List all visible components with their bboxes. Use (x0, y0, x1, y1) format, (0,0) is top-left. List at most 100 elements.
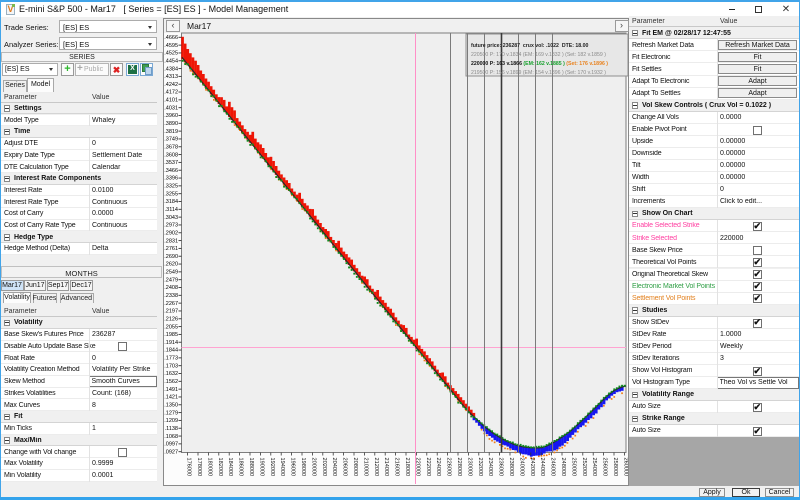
svg-text:190000: 190000 (258, 458, 264, 477)
svg-text:.2197: .2197 (164, 309, 178, 315)
svg-text:.2902: .2902 (164, 230, 178, 236)
svg-text:.2831: .2831 (164, 238, 178, 244)
svg-text:220000 P: 163 v.1866 (EM: 162: 220000 P: 163 v.1866 (EM: 162 v.1885 ) (… (471, 61, 608, 67)
svg-text:.1491: .1491 (164, 387, 178, 393)
svg-text:176000: 176000 (186, 458, 192, 477)
svg-text:.3608: .3608 (164, 152, 178, 158)
svg-text:.0997: .0997 (164, 442, 178, 448)
svg-text:.3890: .3890 (164, 121, 178, 127)
svg-text:198000: 198000 (300, 458, 306, 477)
svg-text:236000: 236000 (498, 458, 504, 477)
svg-text:.3466: .3466 (164, 168, 178, 174)
svg-text:.4454: .4454 (164, 58, 178, 64)
svg-text:184000: 184000 (227, 458, 233, 477)
svg-text:214000: 214000 (383, 458, 389, 477)
svg-text:186000: 186000 (238, 458, 244, 477)
svg-text:242000: 242000 (529, 458, 535, 477)
svg-text:212000: 212000 (373, 458, 379, 477)
svg-text:.4031: .4031 (164, 105, 178, 111)
svg-text:254000: 254000 (591, 458, 597, 477)
svg-text:248000: 248000 (560, 458, 566, 477)
svg-text:192000: 192000 (269, 458, 275, 477)
svg-text:256000: 256000 (602, 458, 608, 477)
svg-text:222000: 222000 (425, 458, 431, 477)
svg-text:240000: 240000 (518, 458, 524, 477)
svg-text:.4666: .4666 (164, 35, 178, 41)
svg-text:.3396: .3396 (164, 176, 178, 182)
svg-text:224000: 224000 (435, 458, 441, 477)
svg-text:.2549: .2549 (164, 270, 178, 276)
svg-text:182000: 182000 (217, 458, 223, 477)
svg-text:202000: 202000 (321, 458, 327, 477)
svg-text:218000: 218000 (404, 458, 410, 477)
svg-text:210000: 210000 (362, 458, 368, 477)
svg-text:.4242: .4242 (164, 82, 178, 88)
svg-text:.3960: .3960 (164, 113, 178, 119)
svg-text:.1703: .1703 (164, 363, 178, 369)
svg-text:208000: 208000 (352, 458, 358, 477)
svg-text:.1209: .1209 (164, 418, 178, 424)
svg-text:.4525: .4525 (164, 51, 178, 57)
svg-text:252000: 252000 (581, 458, 587, 477)
svg-text:.1068: .1068 (164, 434, 178, 440)
svg-text:194000: 194000 (279, 458, 285, 477)
svg-text:.1914: .1914 (164, 340, 178, 346)
svg-text:.0927: .0927 (164, 449, 178, 455)
svg-text:228000: 228000 (456, 458, 462, 477)
svg-text:.2267: .2267 (164, 301, 178, 307)
svg-text:.2973: .2973 (164, 223, 178, 229)
svg-text:206000: 206000 (342, 458, 348, 477)
svg-text:.3184: .3184 (164, 199, 178, 205)
svg-text:.3043: .3043 (164, 215, 178, 221)
svg-text:.2408: .2408 (164, 285, 178, 291)
svg-text:.2761: .2761 (164, 246, 178, 252)
svg-text:.4313: .4313 (164, 74, 178, 80)
svg-text:.4384: .4384 (164, 66, 178, 72)
svg-text:.1138: .1138 (165, 426, 178, 432)
svg-text:.2620: .2620 (164, 262, 178, 268)
svg-text:204000: 204000 (331, 458, 337, 477)
svg-text:.1632: .1632 (164, 371, 178, 377)
svg-text:230000: 230000 (466, 458, 472, 477)
svg-text:.2126: .2126 (164, 316, 178, 322)
svg-text:188000: 188000 (248, 458, 254, 477)
svg-text:220000: 220000 (414, 458, 420, 477)
svg-text:.1844: .1844 (164, 348, 178, 354)
svg-text:200000: 200000 (310, 458, 316, 477)
svg-text:.3325: .3325 (164, 184, 178, 190)
svg-text:.2479: .2479 (164, 277, 178, 283)
svg-text:.1562: .1562 (164, 379, 178, 385)
svg-text:258000: 258000 (612, 458, 618, 477)
svg-text:180000: 180000 (206, 458, 212, 477)
svg-text:232000: 232000 (477, 458, 483, 477)
svg-text:246000: 246000 (550, 458, 556, 477)
svg-text:.1421: .1421 (164, 395, 178, 401)
svg-text:.4595: .4595 (164, 43, 178, 49)
svg-text:.3678: .3678 (164, 144, 178, 150)
svg-text:238000: 238000 (508, 458, 514, 477)
svg-text:.4172: .4172 (164, 90, 178, 96)
svg-text:.2690: .2690 (164, 254, 178, 260)
svg-text:196000: 196000 (290, 458, 296, 477)
svg-text:future price: 236287 crux vol: future price: 236287 crux vol: .1022 DTE… (471, 43, 588, 49)
svg-text:219500 P: 156 v.1899 (EM: 154: 219500 P: 156 v.1899 (EM: 154 v.1896 ) (… (471, 70, 606, 76)
svg-text:.3114: .3114 (165, 207, 178, 213)
svg-text:.3819: .3819 (164, 129, 178, 135)
svg-text:250000: 250000 (570, 458, 576, 477)
svg-text:.3255: .3255 (164, 191, 178, 197)
svg-text:244000: 244000 (539, 458, 545, 477)
svg-text:220500 P: 170 v.1834 (EM: 169: 220500 P: 170 v.1834 (EM: 169 v.1832 ) (… (471, 52, 606, 58)
svg-text:.3537: .3537 (164, 160, 178, 166)
svg-text:.1279: .1279 (164, 410, 178, 416)
svg-text:.1773: .1773 (164, 356, 178, 362)
svg-text:.1350: .1350 (164, 402, 178, 408)
svg-text:.2338: .2338 (164, 293, 178, 299)
svg-text:.1985: .1985 (164, 332, 178, 338)
svg-text:226000: 226000 (446, 458, 452, 477)
svg-text:216000: 216000 (394, 458, 400, 477)
svg-text:234000: 234000 (487, 458, 493, 477)
svg-text:.2055: .2055 (164, 324, 178, 330)
svg-text:.3749: .3749 (164, 137, 178, 143)
svg-text:260000: 260000 (622, 458, 628, 477)
svg-text:.4101: .4101 (164, 98, 178, 104)
